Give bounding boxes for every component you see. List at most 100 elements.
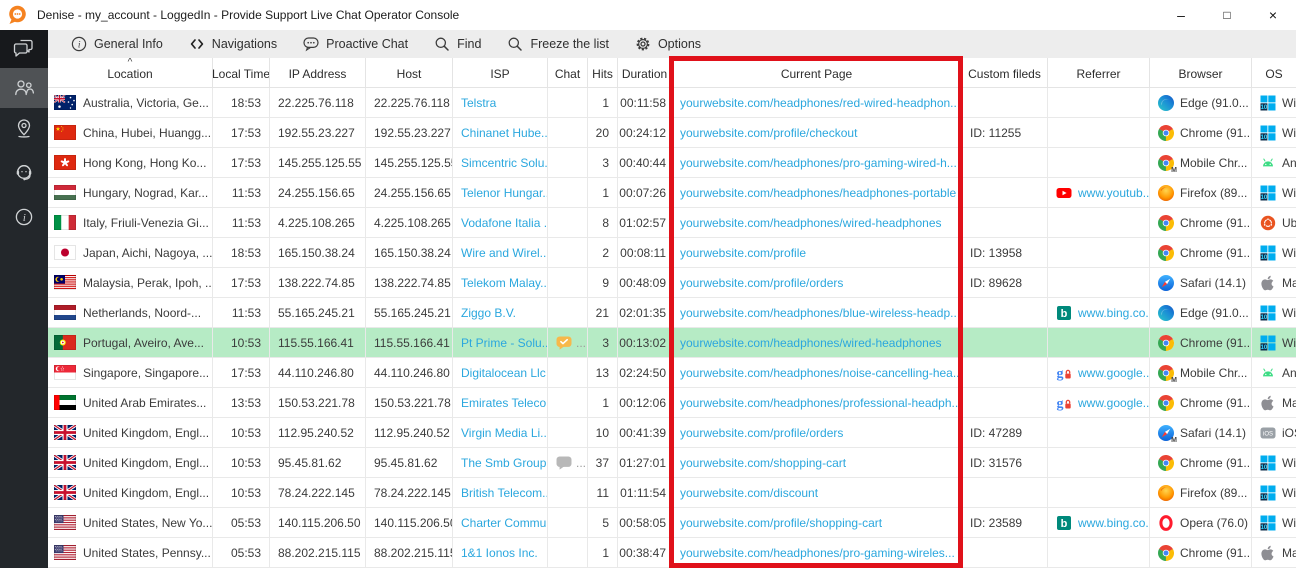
visitor-row[interactable]: United States, Pennsy...05:5388.202.215.… (48, 538, 1296, 568)
column-header-current-page[interactable]: Current Page (672, 58, 962, 88)
column-header-label: Hits (592, 67, 613, 81)
current-page-link[interactable]: yourwebsite.com/headphones/red-wired-hea… (680, 96, 960, 110)
minimize-button[interactable]: – (1158, 0, 1204, 30)
current-page-link[interactable]: yourwebsite.com/shopping-cart (680, 456, 846, 470)
current-page-link[interactable]: yourwebsite.com/profile/shopping-cart (680, 516, 882, 530)
current-page-link[interactable]: yourwebsite.com/headphones/professional-… (680, 396, 962, 410)
local-time-text: 11:53 (232, 216, 261, 230)
visitor-row[interactable]: Netherlands, Noord-...11:5355.165.245.21… (48, 298, 1296, 328)
current-page-link[interactable]: yourwebsite.com/profile/orders (680, 426, 843, 440)
column-header-host[interactable]: Host (366, 58, 453, 88)
referrer-link[interactable]: www.google... (1078, 366, 1150, 380)
visitor-row[interactable]: Italy, Friuli-Venezia Gi...11:534.225.10… (48, 208, 1296, 238)
isp-link[interactable]: Digitalocean Llc (461, 366, 546, 380)
current-page-link[interactable]: yourwebsite.com/headphones/wired-headpho… (680, 216, 942, 230)
isp-link[interactable]: Vodafone Italia ... (461, 216, 548, 230)
referrer-link[interactable]: www.bing.co... (1078, 306, 1150, 320)
location-text: China, Hubei, Huangg... (83, 126, 211, 140)
toolbar-button-proactive-chat[interactable]: Proactive Chat (290, 30, 421, 58)
isp-link[interactable]: Pt Prime - Solu... (461, 336, 548, 350)
location-text: Singapore, Singapore... (83, 366, 209, 380)
cell-host: 78.24.222.145 (366, 478, 453, 508)
current-page-link[interactable]: yourwebsite.com/headphones/wired-headpho… (680, 336, 942, 350)
column-header-duration[interactable]: Duration (618, 58, 672, 88)
toolbar-button-options[interactable]: Options (622, 30, 714, 58)
column-header-os[interactable]: OS (1252, 58, 1296, 88)
visitor-row[interactable]: United Kingdom, Engl...10:5378.24.222.14… (48, 478, 1296, 508)
cell-isp: Telekom Malay... (453, 268, 548, 298)
cell-referrer: g www.google... (1048, 358, 1150, 388)
cell-isp: Telstra (453, 88, 548, 118)
isp-link[interactable]: Emirates Teleco... (461, 396, 548, 410)
isp-link[interactable]: Virgin Media Li... (461, 426, 548, 440)
referrer-link[interactable]: www.youtub... (1078, 186, 1150, 200)
sidebar-item-visitors[interactable] (0, 68, 48, 108)
current-page-link[interactable]: yourwebsite.com/headphones/headphones-po… (680, 186, 956, 200)
cell-ip-address: 112.95.240.52 (270, 418, 366, 448)
visitor-row-selected[interactable]: Portugal, Aveiro, Ave...10:53115.55.166.… (48, 328, 1296, 358)
sidebar-item-geo-map[interactable] (0, 108, 48, 152)
cell-os: And (1252, 358, 1296, 388)
toolbar-button-find[interactable]: Find (421, 30, 494, 58)
isp-link[interactable]: Telekom Malay... (461, 276, 548, 290)
current-page-link[interactable]: yourwebsite.com/headphones/noise-cancell… (680, 366, 962, 380)
close-button[interactable]: × (1250, 0, 1296, 30)
column-header-custom-fileds[interactable]: Custom fileds (962, 58, 1048, 88)
column-header-hits[interactable]: Hits (588, 58, 618, 88)
isp-link[interactable]: Simcentric Solu... (461, 156, 548, 170)
mac-os-icon (1260, 275, 1276, 291)
isp-link[interactable]: Charter Commu... (461, 516, 548, 530)
isp-link[interactable]: The Smb Group (461, 456, 546, 470)
referrer-link[interactable]: www.bing.co... (1078, 516, 1150, 530)
column-header-isp[interactable]: ISP (453, 58, 548, 88)
column-header-location[interactable]: ^Location (48, 58, 213, 88)
isp-link[interactable]: Chinanet Hube... (461, 126, 548, 140)
cell-location: Hungary, Nograd, Kar... (48, 178, 213, 208)
maximize-button[interactable]: □ (1204, 0, 1250, 30)
sidebar-item-chats[interactable] (0, 30, 48, 68)
sidebar-item-operators[interactable] (0, 152, 48, 196)
current-page-link[interactable]: yourwebsite.com/profile (680, 246, 806, 260)
visitor-row[interactable]: Japan, Aichi, Nagoya, ...18:53165.150.38… (48, 238, 1296, 268)
visitor-row[interactable]: Hungary, Nograd, Kar...11:5324.255.156.6… (48, 178, 1296, 208)
column-header-ip-address[interactable]: IP Address (270, 58, 366, 88)
visitor-row[interactable]: China, Hubei, Huangg...17:53192.55.23.22… (48, 118, 1296, 148)
isp-link[interactable]: 1&1 Ionos Inc. (461, 546, 538, 560)
current-page-link[interactable]: yourwebsite.com/headphones/pro-gaming-wi… (680, 156, 957, 170)
toolbar-button-navigations[interactable]: Navigations (176, 30, 290, 58)
visitor-row[interactable]: United Arab Emirates...13:53150.53.221.7… (48, 388, 1296, 418)
visitor-row[interactable]: Australia, Victoria, Ge...18:5322.225.76… (48, 88, 1296, 118)
cell-chat (548, 178, 588, 208)
toolbar-button-general-info[interactable]: iGeneral Info (58, 30, 176, 58)
local-time-text: 11:53 (232, 186, 261, 200)
isp-link[interactable]: Telstra (461, 96, 496, 110)
country-flag-icon-my (54, 275, 76, 290)
sidebar-item-info[interactable]: i (0, 196, 48, 240)
current-page-link[interactable]: yourwebsite.com/headphones/pro-gaming-wi… (680, 546, 955, 560)
cell-referrer (1048, 208, 1150, 238)
visitor-row[interactable]: United Kingdom, Engl...10:53112.95.240.5… (48, 418, 1296, 448)
isp-link[interactable]: Ziggo B.V. (461, 306, 516, 320)
toolbar-button-freeze-list[interactable]: Freeze the list (494, 30, 622, 58)
visitor-row[interactable]: United States, New Yo...05:53140.115.206… (48, 508, 1296, 538)
column-header-chat[interactable]: Chat (548, 58, 588, 88)
isp-link[interactable]: Telenor Hungar... (461, 186, 548, 200)
column-header-referrer[interactable]: Referrer (1048, 58, 1150, 88)
ip-text: 44.110.246.80 (278, 366, 354, 380)
visitor-row[interactable]: United Kingdom, Engl...10:5395.45.81.629… (48, 448, 1296, 478)
current-page-link[interactable]: yourwebsite.com/profile/orders (680, 276, 843, 290)
visitor-row[interactable]: Singapore, Singapore...17:5344.110.246.8… (48, 358, 1296, 388)
isp-link[interactable]: British Telecom... (461, 486, 548, 500)
isp-link[interactable]: Wire and Wirel... (461, 246, 548, 260)
firefox-browser-icon (1158, 185, 1174, 201)
chrome-browser-icon (1158, 545, 1174, 561)
current-page-link[interactable]: yourwebsite.com/headphones/blue-wireless… (680, 306, 960, 320)
current-page-link[interactable]: yourwebsite.com/discount (680, 486, 818, 500)
column-header-local-time[interactable]: Local Time (213, 58, 270, 88)
referrer-link[interactable]: www.google... (1078, 396, 1150, 410)
visitor-row[interactable]: Hong Kong, Hong Ko...17:53145.255.125.55… (48, 148, 1296, 178)
current-page-link[interactable]: yourwebsite.com/profile/checkout (680, 126, 857, 140)
column-header-browser[interactable]: Browser (1150, 58, 1252, 88)
visitor-row[interactable]: Malaysia, Perak, Ipoh, ...17:53138.222.7… (48, 268, 1296, 298)
host-text: 88.202.215.115 (374, 546, 453, 560)
